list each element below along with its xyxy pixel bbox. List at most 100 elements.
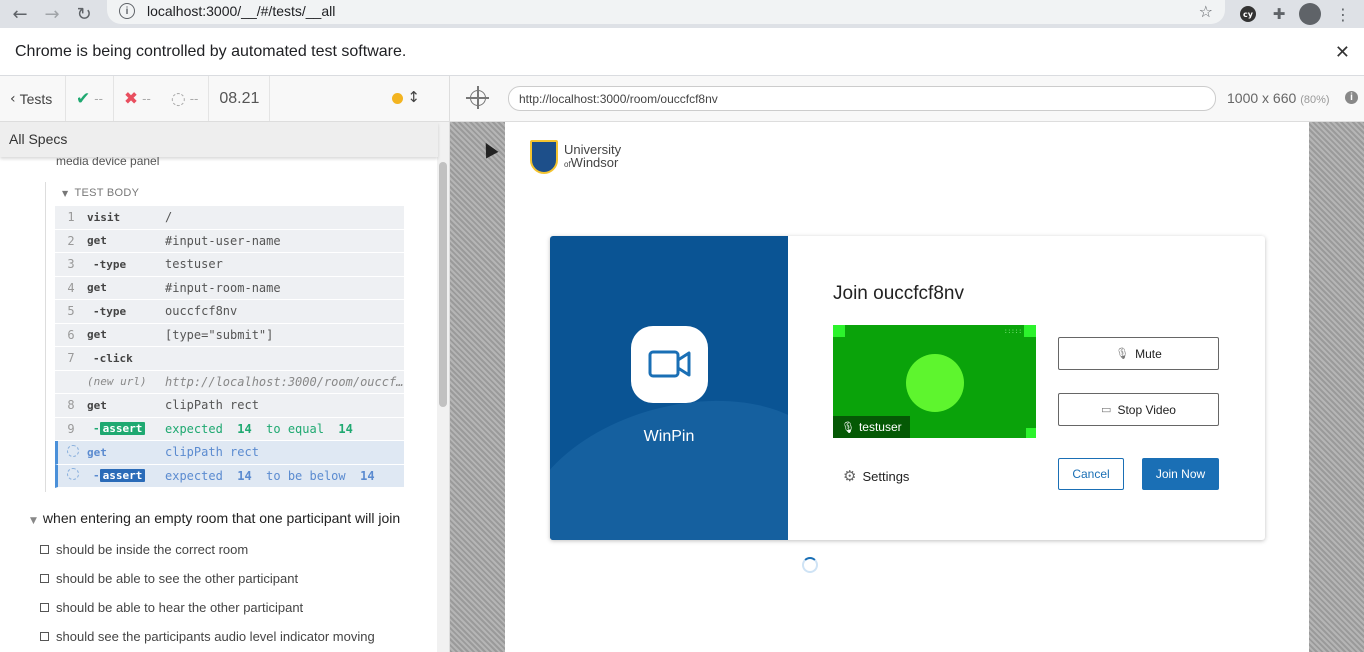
mute-button[interactable]: 🎙 Mute <box>1058 337 1219 370</box>
command-name: - assert <box>87 422 165 436</box>
duration: 08.21 <box>209 76 271 121</box>
reporter-header: ‹ Tests ✔ -- ✖ -- ◌ -- 08.21 ↕ <box>0 76 462 122</box>
runner-header: http://localhost:3000/room/ouccfcf8nv 10… <box>450 76 1364 122</box>
command-message: clipPath rect <box>165 398 259 413</box>
site-info-icon[interactable]: i <box>119 3 135 19</box>
bookmark-star-icon[interactable]: ☆ <box>1199 2 1213 21</box>
run-controls: ↕ <box>270 76 462 121</box>
stop-video-label: Stop Video <box>1117 402 1176 417</box>
pending-circle-icon: ◌ <box>170 88 186 109</box>
info-icon[interactable]: i <box>1345 91 1358 104</box>
command-row[interactable]: get clipPath rect <box>55 441 404 465</box>
test-item[interactable]: should be inside the correct room <box>40 542 248 557</box>
hook-divider <box>45 182 46 492</box>
video-corner-marker <box>1026 428 1036 438</box>
command-name: -type <box>93 304 127 318</box>
command-name: -click <box>93 351 133 365</box>
assert-value: 14 <box>338 421 353 436</box>
command-message: expected 14 to be below 14 <box>165 469 404 483</box>
command-row[interactable]: (new url) http://localhost:3000/room/oucc… <box>55 370 404 394</box>
command-row[interactable]: 6 get [type="submit"] <box>55 323 404 347</box>
command-name: -type <box>93 257 127 271</box>
microphone-icon: 🎙 <box>841 420 855 434</box>
scrollbar-thumb[interactable] <box>439 162 447 407</box>
tests-button-label: Tests <box>19 90 53 107</box>
command-spinner <box>58 444 87 460</box>
command-message: [type="submit"] <box>165 327 274 342</box>
failed-value: -- <box>142 91 151 106</box>
forward-arrow-icon[interactable]: → <box>36 0 68 28</box>
app-icon <box>631 326 708 403</box>
command-message: expected 14 to equal 14 <box>165 422 404 436</box>
assert-badge: assert <box>99 469 146 483</box>
command-spinner <box>58 468 87 483</box>
join-now-button[interactable]: Join Now <box>1142 458 1219 490</box>
passed-value: -- <box>94 91 103 106</box>
command-name: get <box>87 445 107 459</box>
command-row[interactable]: 3 -type testuser <box>55 253 404 277</box>
command-row[interactable]: 9 - assert expected 14 to equal 14 <box>55 417 404 441</box>
chevron-left-icon: ‹ <box>10 90 16 107</box>
test-body-header[interactable]: ▼ TEST BODY <box>62 187 139 199</box>
brand-panel: WinPin <box>550 236 788 540</box>
pending-spinner-icon <box>66 468 79 481</box>
mute-label: Mute <box>1135 346 1162 361</box>
command-name: get <box>87 398 107 412</box>
command-number: 5 <box>67 304 75 319</box>
test-item[interactable]: should be able to see the other particip… <box>40 571 298 586</box>
pending-box-icon <box>40 603 49 612</box>
address-bar[interactable]: i localhost:3000/__/#/tests/__all ☆ <box>107 0 1225 24</box>
tests-button[interactable]: ‹ Tests <box>0 76 66 121</box>
command-message: ouccfcf8nv <box>165 304 238 319</box>
command-number: 3 <box>67 257 75 272</box>
pending-spinner-icon <box>66 444 79 457</box>
check-icon: ✔ <box>76 88 91 109</box>
back-arrow-icon[interactable]: ← <box>4 0 36 28</box>
auto-scroll-toggle-icon[interactable]: ↕ <box>407 88 420 106</box>
microphone-icon: 🎙 <box>1115 347 1130 360</box>
browser-menu-icon[interactable]: ⋮ <box>1331 2 1355 26</box>
command-row[interactable]: - assert expected 14 to be below 14 <box>55 464 404 488</box>
loading-spinner-icon <box>802 557 818 573</box>
command-message: http://localhost:3000/room/ouccfcf8nv <box>165 374 404 389</box>
command-row[interactable]: 8 get clipPath rect <box>55 394 404 418</box>
browser-toolbar: ← → ↻ i localhost:3000/__/#/tests/__all … <box>0 0 1364 28</box>
settings-button[interactable]: ⚙ Settings <box>843 467 909 485</box>
all-specs-header: All Specs <box>0 122 438 157</box>
aut-url-field[interactable]: http://localhost:3000/room/ouccfcf8nv <box>508 86 1216 111</box>
command-row[interactable]: 4 get #input-room-name <box>55 276 404 300</box>
command-row[interactable]: 5 -type ouccfcf8nv <box>55 300 404 324</box>
command-row[interactable]: 1 visit / <box>55 206 404 230</box>
test-item-label: should see the participants audio level … <box>56 629 375 644</box>
close-icon[interactable]: ✕ <box>1335 42 1350 63</box>
command-number: 9 <box>67 421 75 436</box>
pending-box-icon <box>40 574 49 583</box>
assert-value: 14 <box>237 468 252 483</box>
viewport-scale: (80%) <box>1300 94 1330 106</box>
assert-text: expected <box>165 468 223 483</box>
video-preview: ::::: 🎙 testuser <box>833 325 1036 438</box>
selector-playground-icon[interactable] <box>466 86 489 109</box>
pending-box-icon <box>40 632 49 641</box>
participant-tag: 🎙 testuser <box>833 416 910 438</box>
profile-avatar-icon[interactable] <box>1298 2 1322 26</box>
test-item-label: should be able to hear the other partici… <box>56 600 304 615</box>
reload-icon[interactable]: ↻ <box>68 0 100 28</box>
cancel-button[interactable]: Cancel <box>1058 458 1124 490</box>
stop-video-button[interactable]: ▭ Stop Video <box>1058 393 1219 426</box>
reporter-scrollbar[interactable] <box>437 122 449 652</box>
command-row[interactable]: 2 get #input-user-name <box>55 229 404 253</box>
suite-title[interactable]: ▼ when entering an empty room that one pa… <box>30 510 400 526</box>
logo-text: University ofWindsor <box>564 143 621 171</box>
command-row[interactable]: 7 -click <box>55 347 404 371</box>
logo-of: of <box>564 160 571 169</box>
command-list: 1 visit / 2 get #input-user-name 3 -type testu… <box>55 206 404 488</box>
extensions-puzzle-icon[interactable]: ✚ <box>1267 2 1291 26</box>
test-item[interactable]: should see the participants audio level … <box>40 629 375 644</box>
x-icon: ✖ <box>123 88 139 109</box>
video-timestamp: ::::: <box>1003 328 1022 335</box>
video-corner-marker <box>1024 325 1036 337</box>
cypress-extension-icon[interactable]: cy <box>1236 2 1260 26</box>
video-camera-icon <box>648 350 691 378</box>
test-item[interactable]: should be able to hear the other partici… <box>40 600 303 615</box>
